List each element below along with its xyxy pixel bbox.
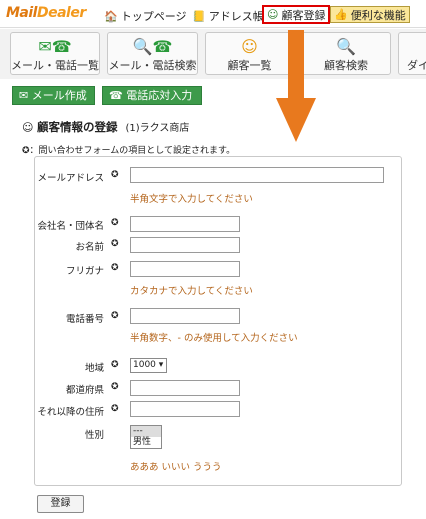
region-select-value: 1000 <box>133 360 156 370</box>
email-hint: 半角文字で入力してください <box>130 194 253 205</box>
form-subtitle: (1)ラクス商店 <box>125 123 190 134</box>
logo[interactable]: MailDealer <box>6 5 86 21</box>
required-mark-icon: ✪ <box>111 311 119 321</box>
arrow-shaft <box>288 30 304 100</box>
phone-field[interactable] <box>130 308 240 324</box>
required-mark-icon: ✪ <box>111 404 119 414</box>
nav-top-page[interactable]: 🏠 トップページ <box>104 8 186 24</box>
dial-button[interactable]: ダイ <box>398 32 426 75</box>
register-button[interactable]: 登録 <box>37 495 84 513</box>
smile-icon: ☺ <box>22 121 37 134</box>
form-title-text: 顧客情報の登録 <box>36 120 118 134</box>
email-field[interactable] <box>130 167 384 183</box>
required-mark-icon: ✪ <box>111 382 119 392</box>
app-root: MailDealer 🏠 トップページ 📒 アドレス帳 ☺ 顧客登録 👍 便利な機能 ✉… <box>0 0 426 519</box>
furigana-label: フリガナ <box>65 266 104 277</box>
envelope-icon: ✉ <box>19 89 32 102</box>
furigana-field[interactable] <box>130 261 240 277</box>
logo-text-mail: Mail <box>6 5 37 21</box>
gender-hint: あああ いいい ううう <box>130 462 222 473</box>
logo-text-dealer: Dealer <box>36 5 86 21</box>
gender-option-male[interactable]: 男性 <box>131 437 161 448</box>
mail-phone-search-label: メール・電話検索 <box>108 59 197 72</box>
smile-icon: ☺ <box>267 8 279 21</box>
nav-useful-tools-label: 便利な機能 <box>350 8 406 22</box>
compose-mail-label: メール作成 <box>31 89 87 102</box>
home-icon: 🏠 <box>104 9 118 23</box>
phone-icon: ☎ <box>109 89 127 102</box>
mail-phone-list-button[interactable]: ✉☎ メール・電話一覧 <box>10 32 100 75</box>
company-label: 会社名・団体名 <box>37 221 104 232</box>
prefecture-field[interactable] <box>130 380 240 396</box>
region-label: 地域 <box>84 363 104 374</box>
required-mark-icon: ✪ <box>22 146 30 156</box>
book-icon: 📒 <box>192 9 206 23</box>
action-bar: ✉ メール作成 ☎ 電話応対入力 <box>0 80 426 108</box>
required-mark-icon: ✪ <box>111 239 119 249</box>
address-label: それ以降の住所 <box>37 407 104 418</box>
phone-record-label: 電話応対入力 <box>126 89 193 102</box>
phone-record-button[interactable]: ☎ 電話応対入力 <box>102 86 202 105</box>
required-mark-icon: ✪ <box>111 263 119 273</box>
nav-address-book[interactable]: 📒 アドレス帳 <box>192 8 264 24</box>
name-field[interactable] <box>130 237 240 253</box>
customer-search-label: 顧客検索 <box>324 59 368 72</box>
compose-mail-button[interactable]: ✉ メール作成 <box>12 86 95 105</box>
furigana-hint: カタカナで入力してください <box>130 286 253 297</box>
top-header: MailDealer 🏠 トップページ 📒 アドレス帳 ☺ 顧客登録 👍 便利な機能 <box>0 0 426 28</box>
nav-customer-register[interactable]: ☺ 顧客登録 <box>262 5 331 24</box>
required-mark-icon: ✪ <box>111 170 119 180</box>
gender-option-empty[interactable]: --- <box>131 426 161 437</box>
required-mark-icon: ✪ <box>111 360 119 370</box>
mail-phone-search-button[interactable]: 🔍☎ メール・電話検索 <box>107 32 198 75</box>
mail-phone-list-label: メール・電話一覧 <box>11 59 99 72</box>
phone-hint: 半角数字、- のみ使用して入力ください <box>130 333 298 344</box>
dial-icon <box>399 37 426 57</box>
required-note: ✪：問い合わせフォームの項目として設定されます。 <box>22 143 235 156</box>
region-select[interactable]: 1000 ▾ <box>130 358 167 373</box>
phone-label: 電話番号 <box>65 314 104 325</box>
required-note-text: ：問い合わせフォームの項目として設定されます。 <box>29 146 236 156</box>
prefecture-label: 都道府県 <box>65 385 104 396</box>
email-label: メールアドレス <box>37 173 104 184</box>
required-mark-icon: ✪ <box>111 218 119 228</box>
nav-customer-register-label: 顧客登録 <box>281 8 326 22</box>
address-field[interactable] <box>130 401 240 417</box>
search-mail-phone-icon: 🔍☎ <box>132 37 173 56</box>
customer-list-label: 顧客一覧 <box>227 59 272 72</box>
form-title: ☺ 顧客情報の登録 (1)ラクス商店 <box>22 119 189 135</box>
annotation-arrow <box>276 30 316 142</box>
gender-listbox[interactable]: --- 男性 <box>130 425 162 449</box>
gender-label: 性別 <box>84 430 104 441</box>
mail-phone-icon: ✉☎ <box>38 37 72 56</box>
chevron-down-icon: ▾ <box>155 360 164 370</box>
name-label: お名前 <box>75 242 104 253</box>
thumbs-up-icon: 👍 <box>334 8 348 21</box>
dial-label: ダイ <box>407 59 426 72</box>
nav-top-page-label: トップページ <box>120 10 187 23</box>
main-toolbar: ✉☎ メール・電話一覧 🔍☎ メール・電話検索 ☺ 顧客一覧 🔍 顧客検索 ダイ <box>0 29 426 79</box>
nav-useful-tools[interactable]: 👍 便利な機能 <box>330 6 410 23</box>
company-field[interactable] <box>130 216 240 232</box>
arrow-head <box>276 98 316 142</box>
nav-address-book-label: アドレス帳 <box>208 10 264 23</box>
